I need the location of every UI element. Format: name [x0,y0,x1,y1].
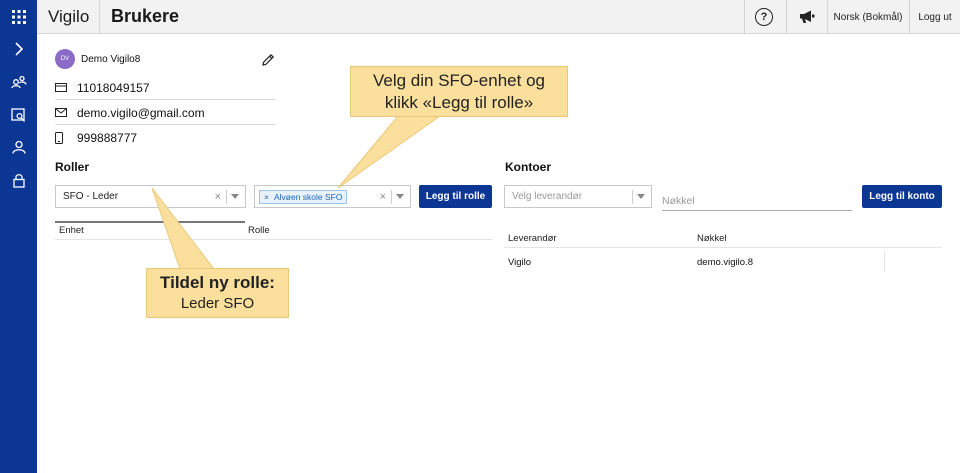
column-header-provider[interactable]: Leverandør [508,233,557,244]
column-header-unit[interactable]: Enhet [59,225,84,236]
select-divider [226,189,227,204]
id-number-row: 11018049157 [55,76,276,100]
lock-icon[interactable] [0,167,37,193]
email-row: demo.vigilo@gmail.com [55,101,276,125]
add-role-button[interactable]: Legg til rolle [419,185,492,208]
id-card-icon [55,83,69,92]
announcements-button[interactable] [788,0,826,34]
mail-icon [55,108,69,117]
sfo-callout-line2: klikk «Legg til rolle» [384,92,534,112]
column-header-role[interactable]: Rolle [248,225,270,236]
chevron-down-icon[interactable] [231,194,239,199]
topbar-divider [786,0,787,34]
phone-icon [55,132,69,144]
account-provider-cell: Vigilo [508,257,532,268]
profile-name-row: DV Demo Vigilo8 [55,47,276,71]
id-number: 11018049157 [77,80,150,95]
roles-table-sort-indicator [55,221,245,223]
profile-icon[interactable] [0,134,37,160]
sfo-callout-pointer [337,115,442,189]
key-input[interactable]: Nøkkel [662,189,852,211]
email: demo.vigilo@gmail.com [77,105,205,120]
sfo-callout-line1: Velg din SFO-enhet og [372,70,545,90]
user-search-icon[interactable] [0,102,37,128]
avatar: DV [55,49,75,69]
expand-chevron-icon[interactable] [0,36,37,62]
pencil-icon [262,53,275,66]
apps-grid-icon[interactable] [0,4,37,30]
provider-select-placeholder: Velg leverandør [512,191,583,202]
sfo-unit-callout: Velg din SFO-enhet og klikk «Legg til ro… [350,66,568,117]
tag-remove-icon[interactable]: × [264,192,269,202]
help-icon: ? [755,8,773,26]
logout-button[interactable]: Logg ut [910,0,960,34]
chevron-down-icon[interactable] [396,194,404,199]
brand-logo[interactable]: Vigilo [48,7,89,27]
add-account-button[interactable]: Legg til konto [862,185,942,208]
edit-profile-button[interactable] [261,53,275,72]
language-selector[interactable]: Norsk (Bokmål) [828,0,908,34]
sidebar [0,0,37,473]
clear-unit-icon[interactable]: × [380,191,386,203]
select-divider [632,189,633,204]
accounts-heading: Kontoer [505,160,551,174]
user-name: Demo Vigilo8 [81,53,141,65]
megaphone-icon [800,10,815,23]
select-divider [391,189,392,204]
table-cell-divider [884,250,885,272]
clear-role-icon[interactable]: × [215,191,221,203]
chevron-down-icon[interactable] [637,194,645,199]
accounts-table-divider [504,247,942,248]
topbar-divider [99,0,100,34]
account-key-cell: demo.vigilo.8 [697,257,753,268]
column-header-key[interactable]: Nøkkel [697,233,727,244]
help-button[interactable]: ? [745,0,783,34]
role-select[interactable]: SFO - Leder × [55,185,246,208]
unit-tag-label: Alvøen skole SFO [273,191,343,202]
unit-select[interactable]: × Alvøen skole SFO × [254,185,411,208]
roles-heading: Roller [55,160,90,174]
topbar: Vigilo Brukere ? Norsk (Bokmål) Logg ut [37,0,960,34]
page-title: Brukere [111,6,180,26]
role-callout-line1: Tildel ny rolle: [160,273,275,292]
new-role-callout: Tildel ny rolle: Leder SFO [146,268,289,318]
provider-select[interactable]: Velg leverandør [504,185,652,208]
phone-row: 999888777 [55,126,276,150]
phone: 999888777 [77,131,138,145]
unit-tag: × Alvøen skole SFO [259,189,348,204]
users-group-icon[interactable] [0,69,37,95]
role-select-value: SFO - Leder [63,191,119,202]
roles-table-divider [55,239,492,240]
role-callout-line2: Leder SFO [180,295,255,312]
